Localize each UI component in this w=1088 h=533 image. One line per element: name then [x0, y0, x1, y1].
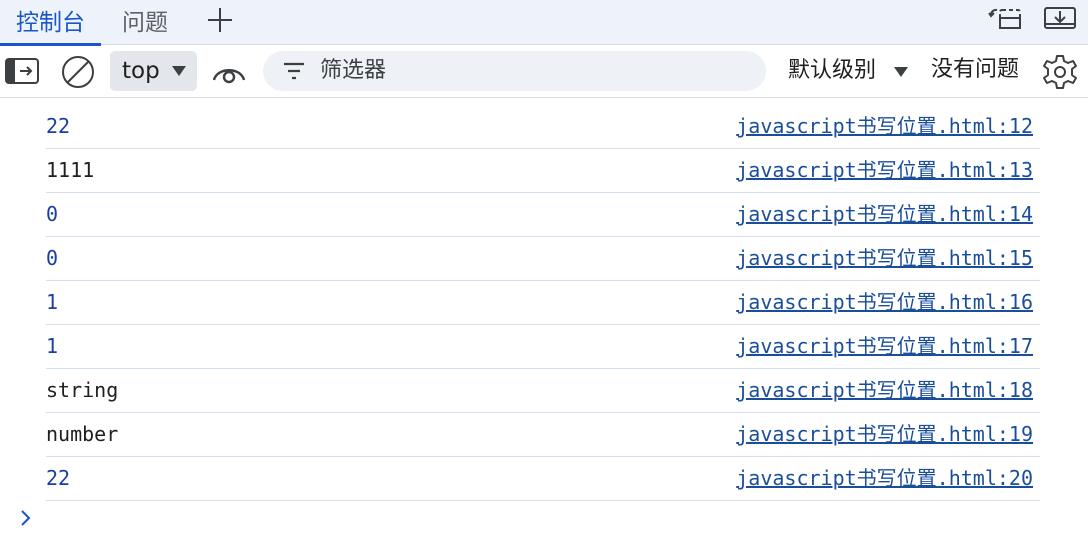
- message-value: number: [46, 422, 119, 446]
- console-message-row: 22 javascript书写位置.html:12: [46, 105, 1040, 149]
- message-value: 22: [46, 114, 71, 138]
- source-link[interactable]: javascript书写位置.html:16: [736, 289, 1033, 315]
- source-link[interactable]: javascript书写位置.html:18: [736, 377, 1033, 403]
- log-levels-dropdown[interactable]: 默认级别: [788, 51, 876, 91]
- caret-down-icon[interactable]: [894, 67, 908, 77]
- console-message-row: 1 javascript书写位置.html:17: [46, 325, 1040, 369]
- source-link[interactable]: javascript书写位置.html:15: [736, 245, 1033, 271]
- source-link[interactable]: javascript书写位置.html:12: [736, 113, 1033, 139]
- console-message-row: string javascript书写位置.html:18: [46, 369, 1040, 413]
- plus-icon[interactable]: [204, 4, 236, 36]
- console-message-row: 1111 javascript书写位置.html:13: [46, 149, 1040, 193]
- message-value: 1: [46, 290, 59, 314]
- message-value: 22: [46, 466, 71, 490]
- source-link[interactable]: javascript书写位置.html:20: [736, 465, 1033, 491]
- filter-input[interactable]: 筛选器: [263, 51, 766, 91]
- console-message-row: 22 javascript书写位置.html:20: [46, 457, 1040, 501]
- message-value: 1111: [46, 158, 95, 182]
- clear-console-icon[interactable]: [61, 55, 95, 89]
- message-value: 0: [46, 202, 59, 226]
- context-label: top: [122, 58, 160, 84]
- source-link[interactable]: javascript书写位置.html:19: [736, 421, 1033, 447]
- caret-down-icon: [172, 66, 186, 76]
- source-link[interactable]: javascript书写位置.html:14: [736, 201, 1033, 227]
- drawer-tab-bar: 控制台 问题: [0, 0, 1088, 46]
- source-link[interactable]: javascript书写位置.html:17: [736, 333, 1033, 359]
- dock-side-icon[interactable]: [988, 4, 1024, 32]
- undock-icon[interactable]: [1042, 4, 1078, 32]
- chevron-right-icon[interactable]: [18, 506, 34, 530]
- tab-console[interactable]: 控制台: [0, 0, 101, 46]
- message-value: 1: [46, 334, 59, 358]
- console-toolbar: top 筛选器 默认级别 没有问题: [0, 46, 1088, 98]
- filter-placeholder: 筛选器: [320, 58, 387, 83]
- filter-icon: [284, 62, 304, 80]
- issues-counter[interactable]: 没有问题: [931, 50, 1019, 90]
- source-link[interactable]: javascript书写位置.html:13: [736, 157, 1033, 183]
- console-message-row: number javascript书写位置.html:19: [46, 413, 1040, 457]
- gear-icon[interactable]: [1042, 54, 1078, 90]
- console-message-row: 0 javascript书写位置.html:15: [46, 237, 1040, 281]
- console-message-row: 0 javascript书写位置.html:14: [46, 193, 1040, 237]
- console-message-row: 1 javascript书写位置.html:16: [46, 281, 1040, 325]
- message-value: 0: [46, 246, 59, 270]
- message-value: string: [46, 378, 119, 402]
- eye-icon[interactable]: [211, 59, 247, 85]
- tab-issues[interactable]: 问题: [122, 0, 168, 45]
- context-selector[interactable]: top: [110, 51, 197, 91]
- sidebar-toggle-icon[interactable]: [5, 58, 39, 84]
- console-messages: 22 javascript书写位置.html:12 1111 javascript书写…: [46, 105, 1040, 501]
